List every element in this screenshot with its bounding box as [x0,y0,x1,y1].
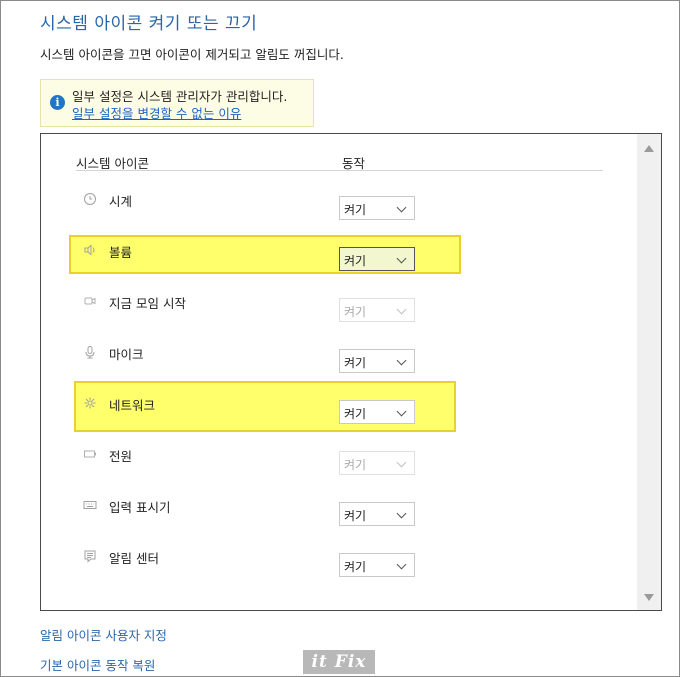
row-volume: 볼륨 켜기 [41,238,631,289]
clock-icon [84,193,96,205]
row-action-center: 알림 센터 켜기 [41,544,631,595]
select-value: 켜기 [344,305,367,319]
managed-settings-notice: i 일부 설정은 시스템 관리자가 관리합니다. 일부 설정을 변경할 수 없는… [40,79,314,127]
meet-now-icon [84,297,96,305]
chevron-down-icon [396,355,407,366]
customize-notification-icons-link[interactable]: 알림 아이콘 사용자 지정 [40,625,167,644]
select-value: 켜기 [344,509,367,523]
power-icon [84,450,96,458]
network-icon [84,397,96,409]
select-value: 켜기 [344,560,367,574]
row-label-power: 전원 [109,449,133,464]
select-value: 켜기 [344,458,367,472]
chevron-down-icon [396,202,407,213]
row-label-volume: 볼륨 [109,245,133,260]
row-label-network: 네트워크 [109,398,156,413]
restore-default-icon-behavior-link[interactable]: 기본 아이콘 동작 복원 [40,655,155,674]
row-label-clock: 시계 [109,194,133,209]
power-behavior-select: 켜기 [339,451,415,475]
chevron-down-icon [396,406,407,417]
row-input-indicator: 입력 표시기 켜기 [41,493,631,544]
page-title: 시스템 아이콘 켜기 또는 끄기 [40,14,258,34]
row-label-meet-now: 지금 모임 시작 [109,296,186,311]
row-label-input-indicator: 입력 표시기 [109,500,171,515]
action-center-icon [84,550,96,563]
why-cant-change-link[interactable]: 일부 설정을 변경할 수 없는 이유 [72,103,241,122]
volume-behavior-select[interactable]: 켜기 [339,247,415,271]
scroll-down-arrow-icon[interactable] [644,594,654,601]
chevron-down-icon [396,253,407,264]
select-value: 켜기 [344,203,367,217]
chevron-down-icon [396,304,407,315]
vertical-scrollbar[interactable] [637,134,661,610]
meet-now-behavior-select: 켜기 [339,298,415,322]
watermark-logo: it Fix [303,650,375,674]
row-microphone: 마이크 켜기 [41,340,631,391]
select-value: 켜기 [344,407,367,421]
chevron-down-icon [396,559,407,570]
page-description: 시스템 아이콘을 끄면 아이콘이 제거되고 알림도 꺼집니다. [40,47,344,62]
row-meet-now: 지금 모임 시작 켜기 [41,289,631,340]
action-center-behavior-select[interactable]: 켜기 [339,553,415,577]
row-clock: 시계 켜기 [41,187,631,238]
row-power: 전원 켜기 [41,442,631,493]
row-label-action-center: 알림 센터 [109,551,159,566]
system-icons-panel: 시스템 아이콘 동작 시계 켜기 볼륨 켜기 지금 모임 시작 켜기 마이크 켜… [40,133,662,611]
info-icon: i [50,95,65,110]
header-divider [76,170,603,171]
input-indicator-behavior-select[interactable]: 켜기 [339,502,415,526]
network-behavior-select[interactable]: 켜기 [339,400,415,424]
scroll-up-arrow-icon[interactable] [644,145,654,152]
chevron-down-icon [396,508,407,519]
volume-icon [84,244,95,256]
microphone-behavior-select[interactable]: 켜기 [339,349,415,373]
microphone-icon [85,346,95,359]
chevron-down-icon [396,457,407,468]
select-value: 켜기 [344,254,367,268]
row-network: 네트워크 켜기 [41,391,631,442]
keyboard-icon [83,501,97,509]
select-value: 켜기 [344,356,367,370]
row-label-microphone: 마이크 [109,347,144,362]
clock-behavior-select[interactable]: 켜기 [339,196,415,220]
